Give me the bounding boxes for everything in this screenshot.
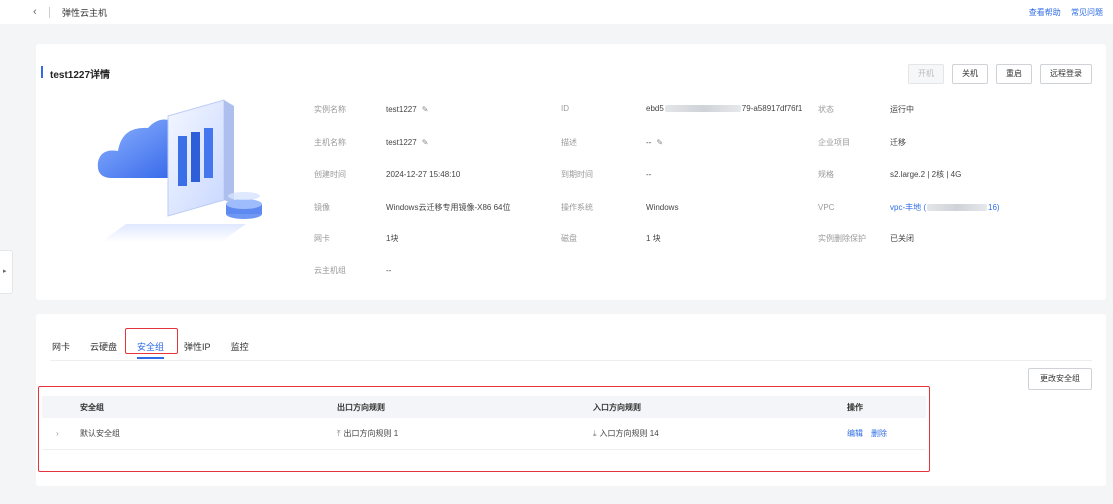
tab-monitoring[interactable]: 监控 [231,340,249,357]
field-label: VPC [818,203,835,212]
field-label: 镜像 [314,203,330,212]
tab-security-group[interactable]: 安全组 [137,340,165,359]
top-bar: ‹ 弹性云主机 查看帮助 常见问题 [0,0,1113,24]
field-vpc: VPC vpc-丰地 ( 16) [818,202,1000,213]
faq-link[interactable]: 常见问题 [1071,8,1103,17]
edit-pencil-icon[interactable]: ✎ [656,138,663,147]
field-label: 状态 [818,105,834,114]
field-expire-time: 到期时间 -- [561,169,651,180]
upload-icon: ⤒ [337,429,341,438]
security-group-table: 安全组 出口方向规则 入口方向规则 操作 › 默认安全组 ⤒ 出口方向规则 1 ⤓… [42,396,926,450]
instance-detail-card: test1227详情 开机 关机 重启 远程登录 实例名称 test1227 ✎… [36,44,1106,300]
field-value: 已关闭 [890,234,914,243]
field-value: 2024-12-27 15:48:10 [386,170,461,179]
help-links: 查看帮助 常见问题 [1021,7,1103,18]
detail-title: test1227详情 [50,70,111,81]
field-value: test1227 [386,138,417,147]
field-label: 主机名称 [314,138,346,147]
field-label: 创建时间 [314,170,346,179]
field-image: 镜像 Windows云迁移专用镜像-X86 64位 [314,202,510,213]
field-disk: 磁盘 1 块 [561,233,661,244]
field-label: 云主机组 [314,266,346,275]
back-icon[interactable]: ‹ [33,6,37,18]
field-host-group: 云主机组 -- [314,265,391,276]
field-delete-protection: 实例删除保护 已关闭 [818,233,914,244]
tab-nic[interactable]: 网卡 [52,340,70,357]
redacted-block [927,204,987,212]
edit-pencil-icon[interactable]: ✎ [422,138,429,147]
field-label: 实例删除保护 [818,234,866,243]
header-operations: 操作 [847,402,863,412]
id-suffix: 79-a58917df76f1 [741,104,803,113]
title-accent-bar [41,66,43,78]
field-value: Windows [646,203,679,212]
field-value: s2.large.2 | 2核 | 4G [890,170,962,179]
header-inbound-rules: 入口方向规则 [593,402,641,412]
field-value: test1227 [386,105,417,114]
remote-login-button[interactable]: 远程登录 [1040,64,1092,84]
field-value: 1块 [386,234,399,243]
field-label: 描述 [561,138,577,147]
field-value: 迁移 [890,138,906,147]
edit-pencil-icon[interactable]: ✎ [422,105,429,114]
field-value: -- [386,266,392,275]
field-spec: 规格 s2.large.2 | 2核 | 4G [818,169,961,180]
expand-row-icon[interactable]: › [42,429,80,438]
outbound-rules-cell: ⤒ 出口方向规则 1 [337,428,593,439]
field-status: 状态 运行中 [818,104,914,115]
field-label: 企业项目 [818,138,850,147]
divider [49,7,50,18]
field-label: 操作系统 [561,203,593,212]
start-button[interactable]: 开机 [908,64,944,84]
field-value: 1 块 [646,234,661,243]
delete-link[interactable]: 删除 [871,429,887,438]
redacted-block [664,105,741,113]
field-label: 实例名称 [314,105,346,114]
cloud-server-illustration [97,99,262,242]
id-prefix: ebd5 [646,104,664,113]
field-label: 网卡 [314,234,330,243]
operations-cell: 编辑 删除 [847,428,926,439]
field-enterprise-project: 企业项目 迁移 [818,137,906,148]
field-created-time: 创建时间 2024-12-27 15:48:10 [314,169,460,180]
stop-button[interactable]: 关机 [952,64,988,84]
inbound-rules-cell: ⤓ 入口方向规则 14 [593,428,847,439]
resource-tabs: 网卡 云硬盘 安全组 弹性IP 监控 [52,340,269,359]
field-value: -- [646,138,652,147]
field-os: 操作系统 Windows [561,202,678,213]
security-group-name: 默认安全组 [80,429,120,438]
edit-link[interactable]: 编辑 [847,429,863,438]
field-host-name: 主机名称 test1227 ✎ [314,137,428,148]
tab-divider [50,360,1092,361]
tab-cloud-disk[interactable]: 云硬盘 [90,340,117,357]
page-title: 弹性云主机 [62,8,108,18]
vpc-link-prefix[interactable]: vpc-丰地 ( [890,203,926,212]
table-header: 安全组 出口方向规则 入口方向规则 操作 [42,396,926,418]
field-label: ID [561,104,569,113]
header-security-group: 安全组 [80,402,104,412]
change-security-group-button[interactable]: 更改安全组 [1028,368,1092,390]
action-buttons: 开机 关机 重启 远程登录 [908,64,1092,84]
field-instance-name: 实例名称 test1227 ✎ [314,104,428,115]
restart-button[interactable]: 重启 [996,64,1032,84]
chevron-right-icon: ▸ [3,268,7,275]
field-label: 规格 [818,170,834,179]
field-value: Windows云迁移专用镜像-X86 64位 [386,203,511,212]
header-outbound-rules: 出口方向规则 [337,402,385,412]
inbound-rules-link[interactable]: 入口方向规则 14 [600,429,659,438]
field-description: 描述 -- ✎ [561,137,663,148]
tab-elastic-ip[interactable]: 弹性IP [184,340,211,357]
outbound-rules-link[interactable]: 出口方向规则 1 [344,429,399,438]
field-id: ID ebd5 79-a58917df76f1 [561,104,802,113]
table-row: › 默认安全组 ⤒ 出口方向规则 1 ⤓ 入口方向规则 14 编辑 删除 [42,418,926,450]
field-value: -- [646,170,652,179]
field-label: 到期时间 [561,170,593,179]
field-nic: 网卡 1块 [314,233,398,244]
help-link[interactable]: 查看帮助 [1029,8,1061,17]
download-icon: ⤓ [593,429,597,438]
sidebar-toggle[interactable]: ▸ [0,250,13,294]
vpc-link-suffix[interactable]: 16) [988,203,1000,212]
field-label: 磁盘 [561,234,577,243]
status-value: 运行中 [890,105,914,114]
